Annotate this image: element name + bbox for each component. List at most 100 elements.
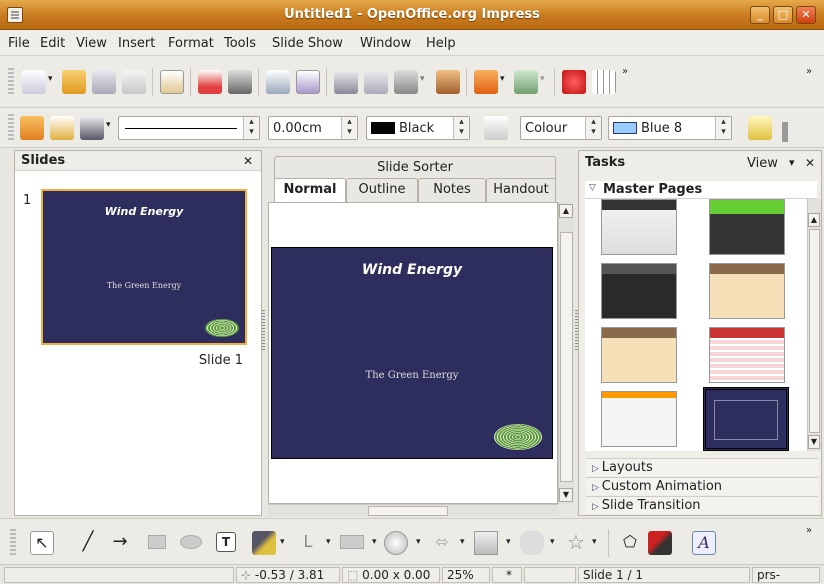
master-thumbnail[interactable] <box>601 327 677 383</box>
master-thumbnail[interactable] <box>709 263 785 319</box>
master-thumbnail[interactable] <box>601 199 677 255</box>
close-icon[interactable]: ✕ <box>243 154 253 168</box>
toolbar-grip[interactable] <box>10 529 16 557</box>
spellcheck-icon[interactable] <box>266 70 290 94</box>
block-arrows-dropdown-icon[interactable]: ▾ <box>460 537 465 547</box>
shadow-icon[interactable] <box>748 116 772 140</box>
connector-icon[interactable]: ᒪ <box>296 531 320 555</box>
menu-edit[interactable]: Edit <box>40 36 65 51</box>
table-icon[interactable] <box>592 70 616 94</box>
close-button[interactable]: ✕ <box>796 6 816 24</box>
master-thumbnail[interactable] <box>709 199 785 255</box>
chart-icon[interactable] <box>562 70 586 94</box>
line-width-input[interactable]: 0.00cm ▴ ▾ <box>268 116 358 140</box>
area-style-select[interactable]: Colour ▴ ▾ <box>520 116 602 140</box>
toolbar-overflow-icon[interactable]: » <box>806 525 812 536</box>
line-width-spinner[interactable]: ▴ ▾ <box>341 117 357 139</box>
master-thumbnail[interactable] <box>601 263 677 319</box>
scrollbar-thumb[interactable] <box>368 506 448 516</box>
slide-thumbnail[interactable]: Wind Energy The Green Energy <box>41 189 247 345</box>
rectangle-icon[interactable] <box>148 535 166 549</box>
pdf-icon[interactable] <box>198 70 222 94</box>
close-icon[interactable]: ✕ <box>805 156 815 170</box>
save-icon[interactable] <box>92 70 116 94</box>
basic-shapes-dropdown-icon[interactable]: ▾ <box>372 537 377 547</box>
new-dropdown-icon[interactable]: ▾ <box>48 74 53 84</box>
area-color-select[interactable]: Blue 8 ▴ ▾ <box>608 116 732 140</box>
flowchart-dropdown-icon[interactable]: ▾ <box>506 537 511 547</box>
glue-icon[interactable] <box>648 531 672 555</box>
slide-title[interactable]: Wind Energy <box>272 262 552 278</box>
select-icon[interactable]: ↖ <box>30 531 54 555</box>
line-color-select[interactable]: Black ▴ ▾ <box>366 116 470 140</box>
menu-help[interactable]: Help <box>426 36 456 51</box>
toolbar-end-handle[interactable] <box>782 122 788 142</box>
status-zoom[interactable]: 25% <box>442 567 490 583</box>
toolbar-overflow-icon[interactable]: » <box>622 66 628 77</box>
toolbar-grip[interactable] <box>8 114 14 142</box>
copy-icon[interactable] <box>364 70 388 94</box>
horizontal-scrollbar[interactable] <box>268 504 558 516</box>
stars-icon[interactable]: ☆ <box>564 531 588 555</box>
menu-insert[interactable]: Insert <box>118 36 155 51</box>
points-icon[interactable]: ⬠ <box>618 531 642 555</box>
text-icon[interactable]: T <box>216 532 236 552</box>
master-thumbnail[interactable] <box>709 327 785 383</box>
menu-format[interactable]: Format <box>168 36 214 51</box>
flowchart-icon[interactable] <box>474 531 498 555</box>
slide[interactable]: Wind Energy The Green Energy <box>271 247 553 459</box>
menu-file[interactable]: File <box>8 36 30 51</box>
arrow-icon[interactable]: → <box>108 531 132 555</box>
curve-icon[interactable] <box>252 531 276 555</box>
view-dropdown-icon[interactable]: ▾ <box>789 156 795 169</box>
vertical-scrollbar[interactable]: ▲ ▼ <box>558 202 574 504</box>
maximize-button[interactable]: □ <box>773 6 793 24</box>
redo-dropdown-icon[interactable]: ▾ <box>540 74 545 84</box>
line-color-dropdown-icon[interactable]: ▴ ▾ <box>453 117 469 139</box>
pane-splitter[interactable] <box>262 310 265 350</box>
slide-subtitle[interactable]: The Green Energy <box>272 370 552 381</box>
scroll-up-icon[interactable]: ▲ <box>808 213 820 227</box>
arrow-style-dropdown-icon[interactable]: ▾ <box>106 120 111 130</box>
redo-icon[interactable] <box>514 70 538 94</box>
cut-icon[interactable] <box>334 70 358 94</box>
area-color-dropdown-icon[interactable]: ▴ ▾ <box>715 117 731 139</box>
fontwork-icon[interactable]: A <box>692 531 716 555</box>
paste-dropdown-icon[interactable]: ▾ <box>420 74 425 84</box>
minimize-button[interactable]: _ <box>750 6 770 24</box>
menu-tools[interactable]: Tools <box>224 36 256 51</box>
master-pages-list[interactable] <box>585 199 807 451</box>
arrow-style-icon[interactable] <box>80 116 104 140</box>
scroll-up-icon[interactable]: ▲ <box>559 204 573 218</box>
slide-canvas[interactable]: Wind Energy The Green Energy <box>268 202 558 504</box>
master-thumbnail[interactable] <box>601 391 677 447</box>
grass-image-icon[interactable] <box>494 424 542 450</box>
line-style-dropdown-icon[interactable]: ▴ ▾ <box>243 117 259 139</box>
line-icon[interactable]: ╱ <box>76 531 100 555</box>
symbol-shapes-dropdown-icon[interactable]: ▾ <box>416 537 421 547</box>
scroll-down-icon[interactable]: ▼ <box>559 488 573 502</box>
connector-dropdown-icon[interactable]: ▾ <box>326 537 331 547</box>
scrollbar-thumb[interactable] <box>560 232 573 482</box>
master-thumbnail-selected[interactable] <box>703 387 789 451</box>
master-pages-scrollbar[interactable]: ▲ ▼ <box>807 199 821 451</box>
scrollbar-thumb[interactable] <box>809 229 820 433</box>
tab-normal[interactable]: Normal <box>274 178 346 202</box>
symbol-shapes-icon[interactable] <box>384 531 408 555</box>
menu-window[interactable]: Window <box>360 36 411 51</box>
undo-dropdown-icon[interactable]: ▾ <box>500 74 505 84</box>
autospell-icon[interactable] <box>296 70 320 94</box>
area-icon[interactable] <box>484 116 508 140</box>
curve-dropdown-icon[interactable]: ▾ <box>280 537 285 547</box>
master-pages-header[interactable]: ▽ Master Pages <box>585 181 817 199</box>
line-style-icon[interactable] <box>20 116 44 140</box>
edit-file-icon[interactable] <box>160 70 184 94</box>
callouts-dropdown-icon[interactable]: ▾ <box>550 537 555 547</box>
line-icon[interactable] <box>50 116 74 140</box>
email-icon[interactable] <box>122 70 146 94</box>
line-style-select[interactable]: ▴ ▾ <box>118 116 260 140</box>
toolbar-grip[interactable] <box>8 68 14 96</box>
paste-icon[interactable] <box>394 70 418 94</box>
block-arrows-icon[interactable]: ⬄ <box>430 531 454 555</box>
menu-view[interactable]: View <box>76 36 107 51</box>
